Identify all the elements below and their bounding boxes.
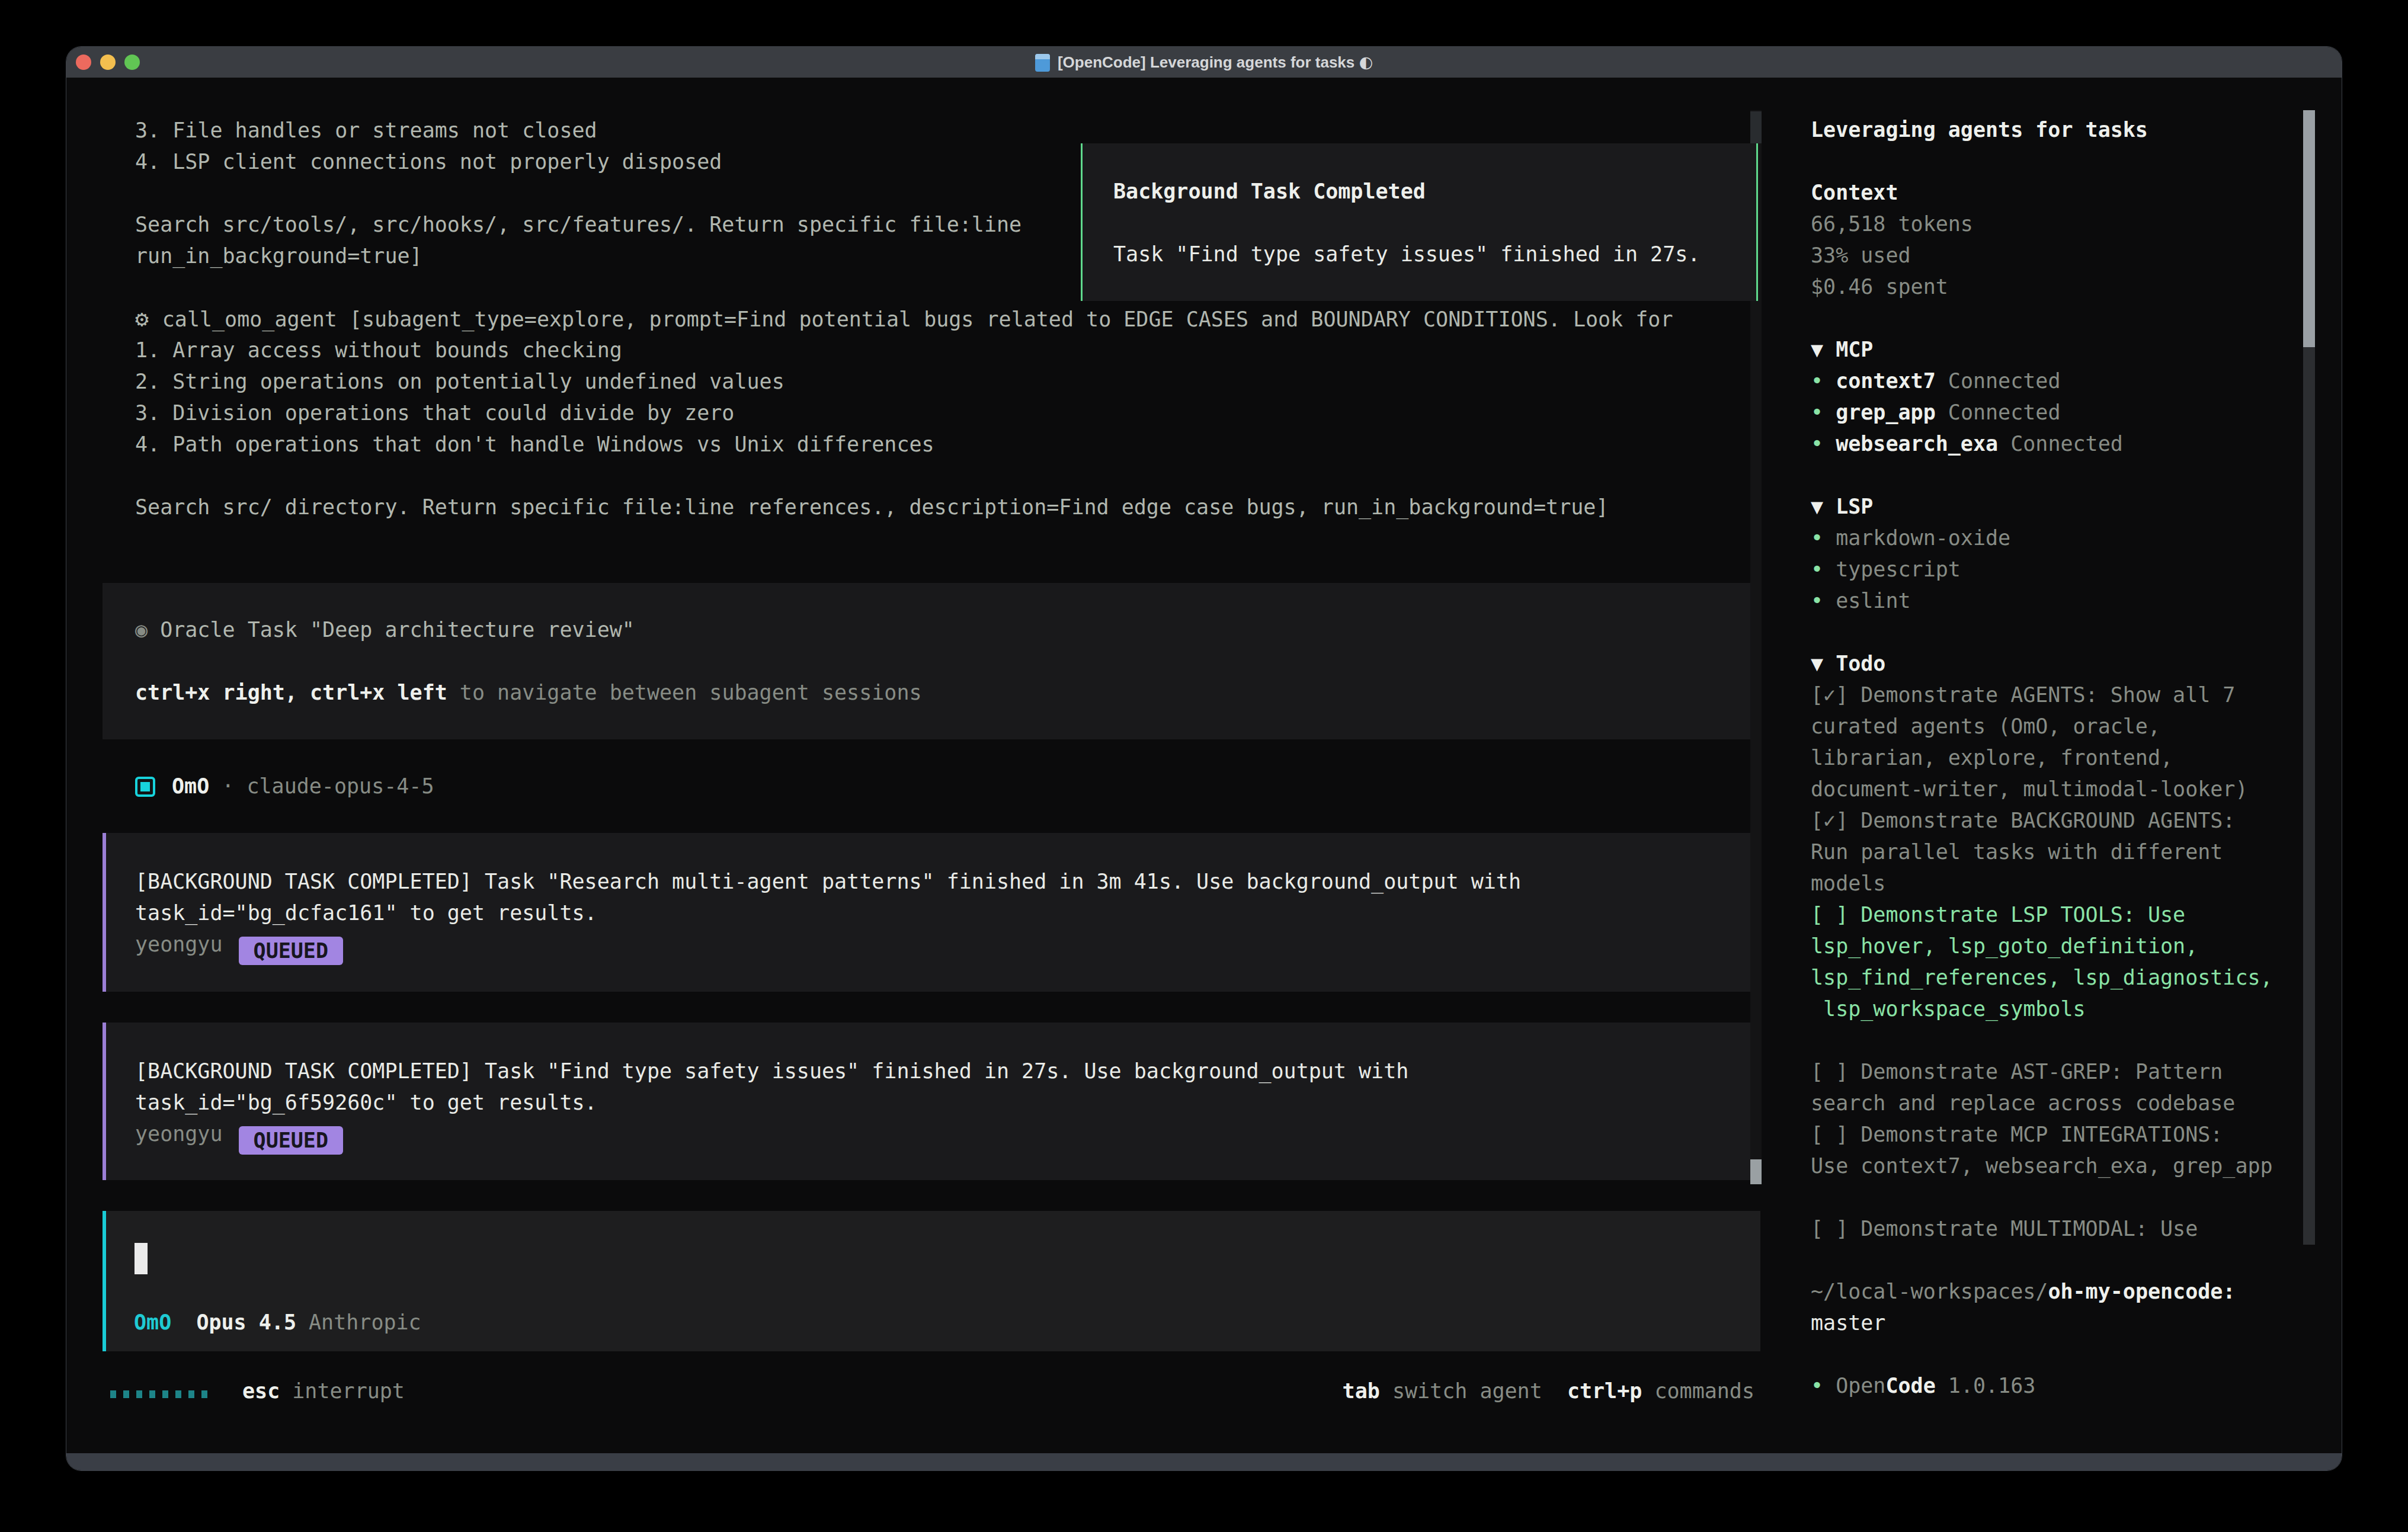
text-row bbox=[1811, 303, 2273, 334]
queued-badge: QUEUED bbox=[239, 937, 343, 965]
text-row: $0.46 spent bbox=[1811, 271, 2273, 303]
window-title: [OpenCode] Leveraging agents for tasks ◐ bbox=[66, 47, 2342, 78]
text-row: lsp_hover, lsp_goto_definition, bbox=[1811, 931, 2273, 962]
status-right: tab switch agent ctrl+p commands bbox=[1343, 1376, 1754, 1407]
model-info: OmO Opus 4.5 Anthropic bbox=[134, 1307, 421, 1338]
text-row: ⚙ call_omo_agent [subagent_type=explore,… bbox=[135, 303, 1673, 335]
text-row: yeongyu QUEUED bbox=[135, 929, 1760, 960]
text-row bbox=[1811, 1025, 2273, 1056]
prompt-input[interactable]: OmO Opus 4.5 Anthropic bbox=[103, 1211, 1760, 1351]
text-row: • context7 Connected bbox=[1811, 366, 2273, 397]
text-row: [ ] Demonstrate MCP INTEGRATIONS: bbox=[1811, 1119, 2273, 1150]
text-row: Search src/ directory. Return specific f… bbox=[135, 492, 1673, 523]
status-bar: esc interrupt tab switch agent ctrl+p co… bbox=[110, 1376, 1754, 1407]
task-completed-message-1: [BACKGROUND TASK COMPLETED] Task "Resear… bbox=[103, 833, 1760, 992]
text-row: master bbox=[1811, 1307, 2273, 1339]
titlebar: [OpenCode] Leveraging agents for tasks ◐ bbox=[66, 47, 2342, 78]
text-row bbox=[1113, 207, 1756, 239]
text-row bbox=[1811, 617, 2273, 648]
text-row: 3. Division operations that could divide… bbox=[135, 398, 1673, 429]
text-row: • websearch_exa Connected bbox=[1811, 428, 2273, 460]
text-row: 66,518 tokens bbox=[1811, 209, 2273, 240]
window-bottom-edge bbox=[66, 1453, 2342, 1470]
text-row: librarian, explore, frontend, bbox=[1811, 742, 2273, 774]
text-row: Background Task Completed bbox=[1113, 176, 1756, 207]
text-row: task_id="bg_dcfac161" to get results. bbox=[135, 898, 1760, 929]
text-row: ▼ Todo bbox=[1811, 648, 2273, 680]
text-row: OmO Opus 4.5 Anthropic bbox=[134, 1307, 421, 1338]
text-row: lsp_find_references, lsp_diagnostics, bbox=[1811, 962, 2273, 993]
text-row: 33% used bbox=[1811, 240, 2273, 271]
text-row: ▼ LSP bbox=[1811, 491, 2273, 523]
text-row: ctrl+x right, ctrl+x left to navigate be… bbox=[135, 677, 1760, 709]
text-row: Run parallel tasks with different bbox=[1811, 836, 2273, 868]
text-row: • grep_app Connected bbox=[1811, 397, 2273, 428]
text-row: Task "Find type safety issues" finished … bbox=[1113, 239, 1756, 270]
text-cursor bbox=[135, 1243, 148, 1274]
text-row: Leveraging agents for tasks bbox=[1811, 114, 2273, 146]
text-row bbox=[135, 646, 1760, 677]
app-window: [OpenCode] Leveraging agents for tasks ◐… bbox=[66, 46, 2342, 1471]
text-row: [✓] Demonstrate BACKGROUND AGENTS: bbox=[1811, 805, 2273, 836]
text-row: 1. Array access without bounds checking bbox=[135, 335, 1673, 366]
text-row: [BACKGROUND TASK COMPLETED] Task "Find t… bbox=[135, 1056, 1760, 1087]
text-row: Use context7, websearch_exa, grep_app bbox=[1811, 1150, 2273, 1182]
text-row: 4. Path operations that don't handle Win… bbox=[135, 429, 1673, 460]
text-row: • markdown-oxide bbox=[1811, 523, 2273, 554]
sidebar-scrollbar-track[interactable] bbox=[2303, 347, 2315, 1245]
text-row bbox=[1811, 460, 2273, 491]
text-row: • eslint bbox=[1811, 585, 2273, 617]
text-row: [ ] Demonstrate LSP TOOLS: Use bbox=[1811, 899, 2273, 931]
text-row: document-writer, multimodal-looker) bbox=[1811, 774, 2273, 805]
text-row: [ ] Demonstrate MULTIMODAL: Use bbox=[1811, 1213, 2273, 1245]
text-row bbox=[135, 460, 1673, 492]
text-row bbox=[1811, 1339, 2273, 1370]
agent-checkbox-icon bbox=[135, 777, 155, 797]
text-row: [✓] Demonstrate AGENTS: Show all 7 bbox=[1811, 680, 2273, 711]
text-row bbox=[1811, 1245, 2273, 1276]
text-row: yeongyu QUEUED bbox=[135, 1118, 1760, 1150]
text-row: ◉ Oracle Task "Deep architecture review" bbox=[135, 614, 1760, 646]
text-row: lsp_workspace_symbols bbox=[1811, 993, 2273, 1025]
text-row: tab switch agent ctrl+p commands bbox=[1343, 1376, 1754, 1407]
text-row: search and replace across codebase bbox=[1811, 1088, 2273, 1119]
main-scrollbar-segment[interactable] bbox=[1750, 111, 1762, 143]
text-row: • OpenCode 1.0.163 bbox=[1811, 1370, 2273, 1402]
text-row: [ ] Demonstrate AST-GREP: Pattern bbox=[1811, 1056, 2273, 1088]
text-row: 2. String operations on potentially unde… bbox=[135, 366, 1673, 398]
oracle-task-box: ◉ Oracle Task "Deep architecture review"… bbox=[103, 583, 1760, 739]
document-icon bbox=[1035, 54, 1050, 72]
text-row: OmO · claude-opus-4-5 bbox=[135, 771, 434, 802]
sidebar-scrollbar-thumb[interactable] bbox=[2303, 110, 2315, 347]
task-completed-message-2: [BACKGROUND TASK COMPLETED] Task "Find t… bbox=[103, 1023, 1760, 1180]
text-row: • typescript bbox=[1811, 554, 2273, 585]
text-row: task_id="bg_6f59260c" to get results. bbox=[135, 1087, 1760, 1118]
queued-badge: QUEUED bbox=[239, 1126, 343, 1155]
main-scrollbar-thumb[interactable] bbox=[1750, 1159, 1762, 1184]
text-row: models bbox=[1811, 868, 2273, 899]
background-task-notification: Background Task Completed Task "Find type… bbox=[1081, 143, 1758, 301]
status-left: esc interrupt bbox=[110, 1376, 405, 1407]
text-row: [BACKGROUND TASK COMPLETED] Task "Resear… bbox=[135, 866, 1760, 898]
text-row bbox=[1811, 146, 2273, 177]
text-row: ▼ MCP bbox=[1811, 334, 2273, 366]
text-row: esc interrupt bbox=[110, 1376, 405, 1407]
text-row bbox=[1811, 1182, 2273, 1213]
text-row: Context bbox=[1811, 177, 2273, 209]
text-row: curated agents (OmO, oracle, bbox=[1811, 711, 2273, 742]
spinner-dots bbox=[110, 1376, 214, 1407]
agent-header: OmO · claude-opus-4-5 bbox=[135, 771, 434, 802]
half-circle-icon: ◐ bbox=[1359, 53, 1373, 71]
sidebar: Leveraging agents for tasks Context66,518… bbox=[1811, 114, 2273, 1402]
text-row: ~/local-workspaces/oh-my-opencode: bbox=[1811, 1276, 2273, 1307]
text-row: 3. File handles or streams not closed bbox=[135, 115, 1673, 146]
